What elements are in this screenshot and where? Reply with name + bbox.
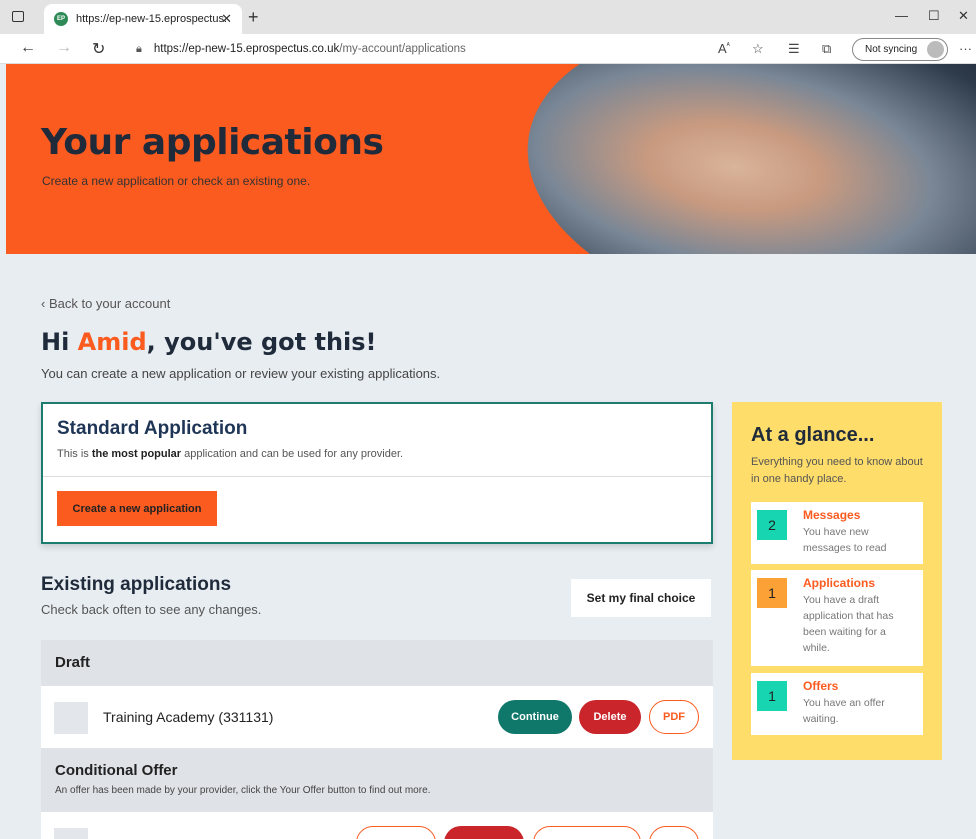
more-menu-icon[interactable]: ··· [959,41,972,56]
profile-sync-button[interactable]: Not syncing [852,38,948,61]
draft-group-title: Draft [55,654,91,671]
page-content: Your applications Create a new applicati… [6,64,976,839]
delete-button[interactable]: Delete [579,700,641,734]
conditional-offer-group-header: Conditional Offer An offer has been made… [41,748,713,812]
messages-count-badge: 2 [757,510,787,540]
url-host: https://ep-new-15.eprospectus.co.uk [153,43,340,55]
new-tab-icon[interactable]: + [248,7,259,28]
hero-banner: Your applications Create a new applicati… [6,64,976,254]
avatar [927,41,944,58]
glance-item-text: You have an offer waiting. [803,697,885,725]
glance-item-title[interactable]: Messages [803,508,860,522]
refresh-icon[interactable]: ↻ [92,39,105,59]
glance-item-applications[interactable]: 1 Applications You have a draft applicat… [751,570,923,666]
glance-item-title[interactable]: Offers [803,679,838,693]
page-subtitle: Create a new application or check an exi… [42,174,311,188]
applications-count-badge: 1 [757,578,787,608]
site-favicon-icon: EP [54,12,68,26]
row-action-button[interactable] [649,826,699,839]
row-action-button[interactable] [533,826,641,839]
page-title: Your applications [41,122,384,163]
greeting-prefix: Hi [41,328,78,356]
browser-tab-strip: EP https://ep-new-15.eprospectus.c ✕ + —… [0,0,976,34]
row-action-button[interactable] [356,826,436,839]
continue-button[interactable]: Continue [498,700,572,734]
desc-bold: the most popular [91,448,182,460]
glance-item-title[interactable]: Applications [803,576,875,590]
set-final-choice-button[interactable]: Set my final choice [571,579,711,617]
back-arrow-icon[interactable]: ← [20,39,36,57]
standard-application-card: Standard Application This is the most po… [41,402,713,544]
url-path: /my-account/applications [339,43,466,55]
url-field[interactable]: 🔒︎ https://ep-new-15.eprospectus.co.uk/m… [124,37,704,61]
tab-actions-icon[interactable] [12,11,24,22]
close-window-icon[interactable]: ✕ [958,8,969,24]
glance-item-text: You have a draft application that has be… [803,594,894,654]
at-a-glance-panel: At a glance... Everything you need to kn… [732,402,942,760]
glance-subtitle: Everything you need to know about in one… [751,456,923,485]
draft-group-header: Draft [41,640,713,686]
provider-logo [54,702,88,734]
table-row [41,812,713,839]
hero-photo-writing-hand [507,64,976,254]
create-application-button[interactable]: Create a new application [57,491,217,526]
pdf-button[interactable]: PDF [649,700,699,734]
standard-application-desc: This is the most popular application and… [57,448,403,460]
glance-item-text: You have new messages to read [803,526,887,554]
tab-title: https://ep-new-15.eprospectus.c [76,13,226,25]
address-bar-row: ← → ↻ 🔒︎ https://ep-new-15.eprospectus.c… [0,34,976,64]
greeting-name: Amid [77,328,147,356]
conditional-offer-title: Conditional Offer [55,762,178,779]
existing-applications-subtitle: Check back often to see any changes. [41,602,262,617]
offers-count-badge: 1 [757,681,787,711]
favorite-star-icon[interactable]: ☆ [752,41,764,57]
table-row: Training Academy (331131) Continue Delet… [41,686,713,748]
existing-applications-title: Existing applications [41,574,232,595]
conditional-offer-desc: An offer has been made by your provider,… [55,785,431,796]
application-name: Training Academy (331131) [103,709,274,725]
divider [43,476,711,477]
desc-suffix: application and can be used for any prov… [181,448,404,460]
row-action-button[interactable] [444,826,524,839]
desc-prefix: This is [57,448,92,460]
sync-label: Not syncing [865,44,918,55]
greeting-heading: Hi Amid, you've got this! [41,328,377,356]
provider-logo [54,828,88,839]
forward-arrow-icon[interactable]: → [56,39,72,57]
greeting-suffix: , you've got this! [146,328,377,356]
glance-title: At a glance... [751,424,875,446]
maximize-icon[interactable]: ☐ [928,8,940,24]
read-aloud-icon[interactable]: Aᴬ [718,41,730,56]
glance-item-offers[interactable]: 1 Offers You have an offer waiting. [751,673,923,735]
favorites-list-icon[interactable]: ☰ [788,41,800,57]
collections-icon[interactable]: ⧉ [822,41,831,57]
lock-icon[interactable]: 🔒︎ [136,43,142,56]
browser-tab[interactable]: EP https://ep-new-15.eprospectus.c ✕ [44,4,242,34]
standard-application-title: Standard Application [57,418,248,439]
close-tab-icon[interactable]: ✕ [221,11,232,27]
glance-item-messages[interactable]: 2 Messages You have new messages to read [751,502,923,564]
minimize-icon[interactable]: — [895,8,908,23]
greeting-subtitle: You can create a new application or revi… [41,366,441,381]
back-to-account-link[interactable]: ‹ Back to your account [41,296,170,311]
